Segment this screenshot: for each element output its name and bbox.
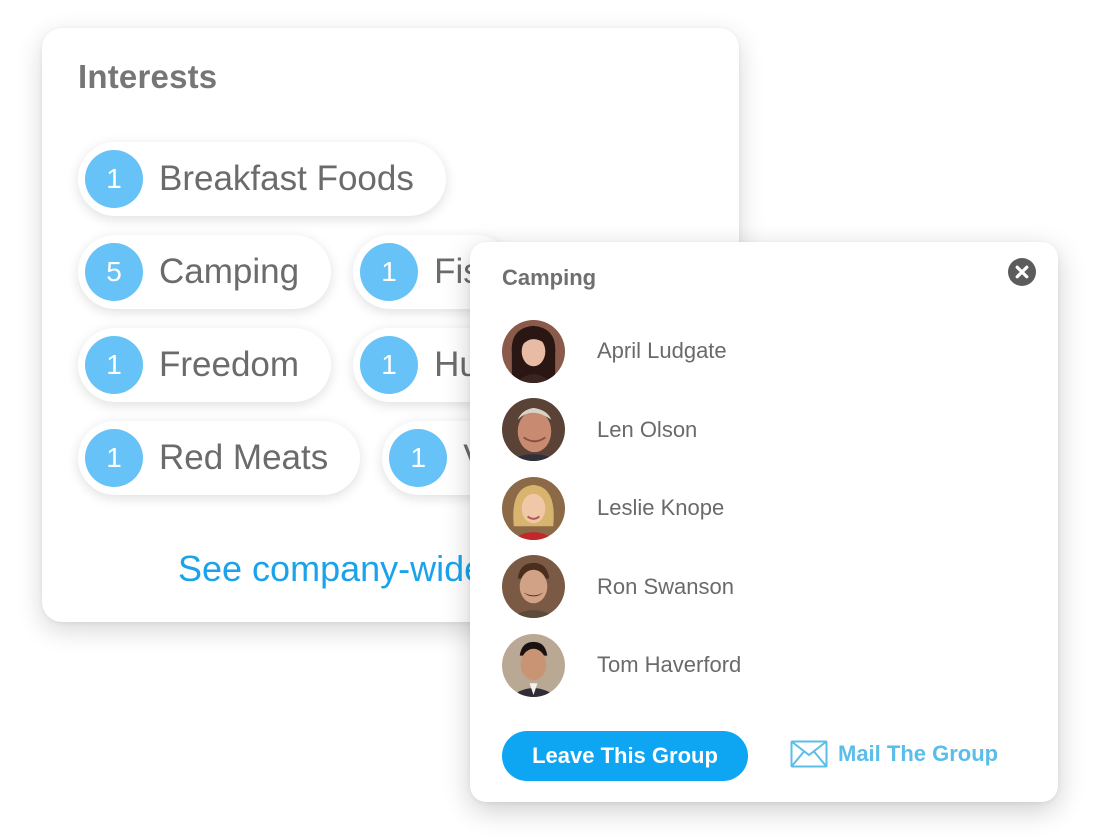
avatar <box>502 476 565 540</box>
chip-count-badge: 1 <box>85 150 143 208</box>
chip-count-badge: 1 <box>360 243 419 301</box>
interest-chip-breakfast-foods[interactable]: 1 Breakfast Foods <box>78 142 446 216</box>
chip-count-badge: 5 <box>85 243 143 301</box>
interests-title: Interests <box>78 58 218 95</box>
avatar-photo <box>502 555 565 618</box>
avatar <box>502 555 565 618</box>
chip-row: 1 Breakfast Foods <box>78 142 728 216</box>
leave-group-button[interactable]: Leave This Group <box>502 731 748 781</box>
stage: Interests 1 Breakfast Foods 5 Camping 1 … <box>0 0 1100 840</box>
chip-label: Camping <box>159 252 300 291</box>
member-item[interactable]: Ron Swanson <box>502 555 741 619</box>
chip-count-badge: 1 <box>360 336 419 394</box>
close-circle-icon <box>1015 265 1029 279</box>
close-button[interactable] <box>1008 258 1036 286</box>
avatar <box>502 319 565 383</box>
avatar-photo <box>502 319 565 383</box>
member-name: Len Olson <box>597 416 698 442</box>
chip-count-badge: 1 <box>85 429 143 487</box>
member-item[interactable]: Len Olson <box>502 398 741 462</box>
chip-label: Red Meats <box>159 438 329 477</box>
member-name: Tom Haverford <box>597 652 742 677</box>
chip-count-badge: 1 <box>85 336 143 394</box>
avatar-photo <box>502 476 565 540</box>
member-item[interactable]: April Ludgate <box>502 319 741 383</box>
see-company-wide-link[interactable]: See company-wide <box>178 548 484 590</box>
member-name: Ron Swanson <box>597 573 734 599</box>
member-item[interactable]: Tom Haverford <box>502 633 741 697</box>
member-list: April Ludgate Len Olson Leslie Knope Ron… <box>502 319 741 712</box>
group-popover: Camping April Ludgate Len Olson Leslie K… <box>470 242 1058 802</box>
avatar-photo <box>502 398 565 461</box>
avatar <box>502 398 565 461</box>
chip-label: Breakfast Foods <box>159 159 414 198</box>
envelope-icon <box>790 740 828 768</box>
mail-group-label: Mail The Group <box>838 741 999 766</box>
popover-title: Camping <box>502 265 597 290</box>
member-item[interactable]: Leslie Knope <box>502 476 741 540</box>
interest-chip-red-meats[interactable]: 1 Red Meats <box>78 421 361 495</box>
interest-chip-freedom[interactable]: 1 Freedom <box>78 328 332 402</box>
member-name: April Ludgate <box>597 338 727 363</box>
chip-label: Freedom <box>159 345 300 384</box>
avatar-photo <box>502 633 565 697</box>
interest-chip-camping[interactable]: 5 Camping <box>78 235 332 309</box>
avatar <box>502 633 565 697</box>
member-name: Leslie Knope <box>597 495 725 520</box>
mail-group-link[interactable]: Mail The Group <box>790 740 998 768</box>
chip-count-badge: 1 <box>389 429 448 487</box>
